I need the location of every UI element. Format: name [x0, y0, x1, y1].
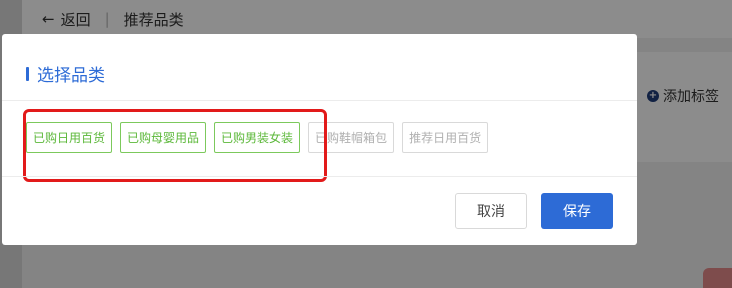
title-accent-bar — [26, 66, 29, 81]
annotation-highlight-box — [23, 109, 327, 182]
save-button[interactable]: 保存 — [541, 193, 613, 229]
dialog-title: 选择品类 — [26, 61, 105, 86]
divider — [2, 100, 637, 101]
divider — [2, 176, 637, 177]
dialog-title-text: 选择品类 — [37, 66, 105, 86]
select-category-dialog: 选择品类 已购日用百货 已购母婴用品 已购男装女装 已购鞋帽箱包 推荐日用百货 … — [2, 34, 637, 245]
cancel-button[interactable]: 取消 — [455, 193, 527, 229]
category-tag[interactable]: 推荐日用百货 — [402, 122, 489, 153]
tag-label: 推荐日用百货 — [409, 131, 482, 145]
